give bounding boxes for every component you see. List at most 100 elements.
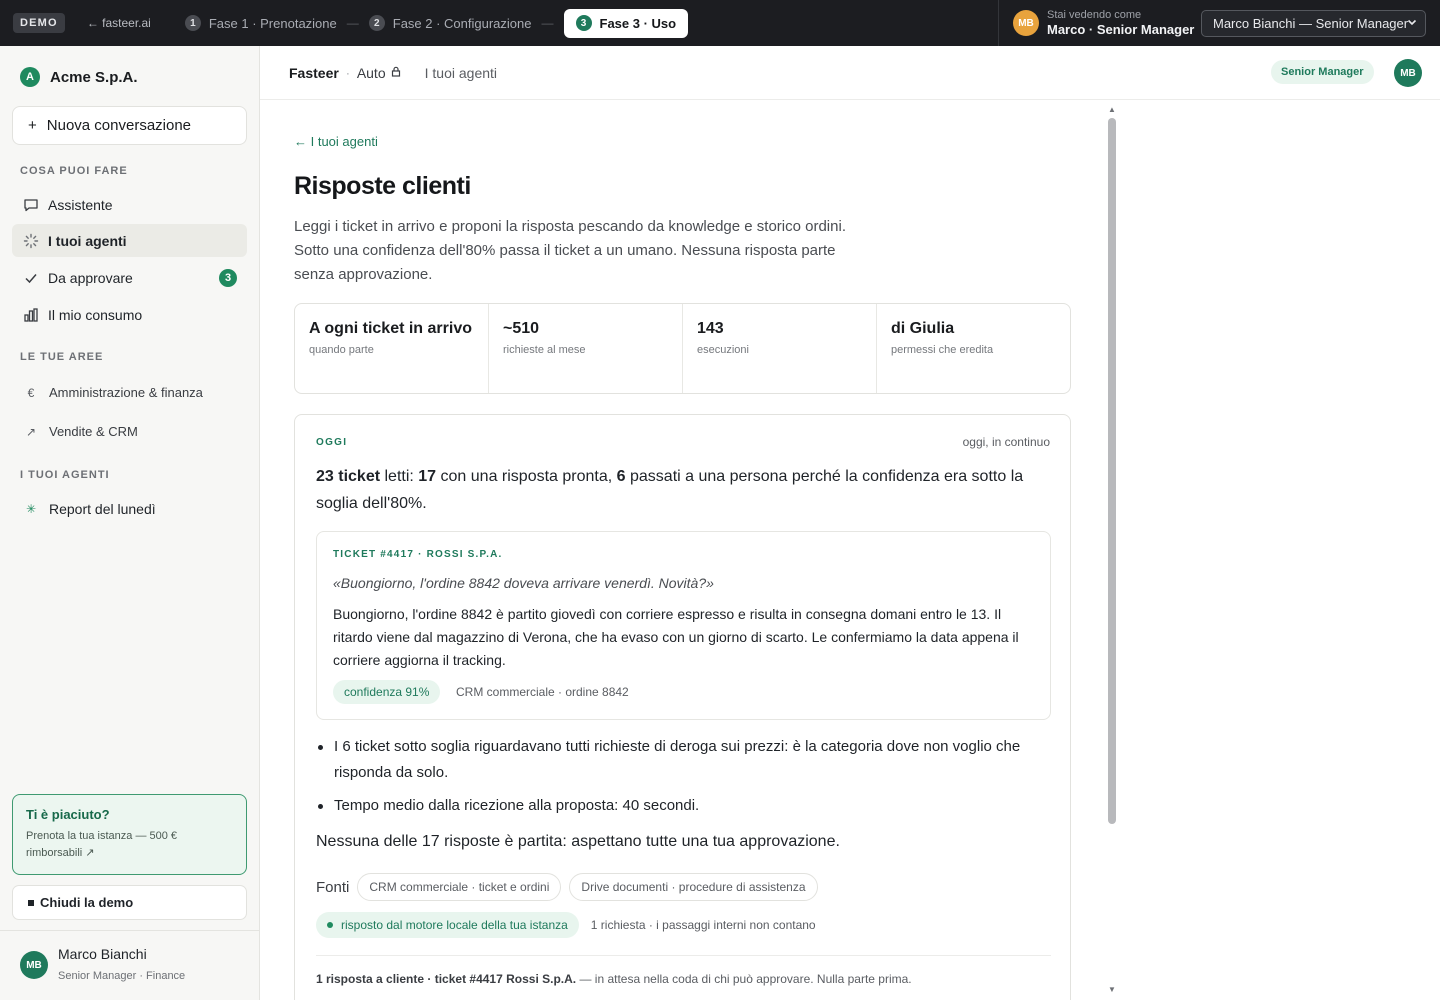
stat-requests: ~510 richieste al mese — [489, 304, 683, 393]
viewer-name: Marco · Senior Manager — [1047, 21, 1195, 37]
close-demo-button[interactable]: Chiudi la demo — [12, 885, 247, 920]
stat-value: 143 — [697, 320, 724, 337]
role-select[interactable]: Marco Bianchi — Senior Manager — [1201, 10, 1426, 37]
phase-3-tab[interactable]: 3 Fase 3 · Uso — [563, 8, 689, 38]
new-conversation-button[interactable]: + Nuova conversazione — [12, 106, 247, 145]
area-label: Vendite & CRM — [49, 424, 138, 439]
brand-separator: · — [345, 65, 350, 80]
phase-label: Fase 3 · Uso — [599, 15, 677, 31]
back-to-agents-link[interactable]: ← I tuoi agenti — [294, 134, 378, 149]
ticket-proposed-reply: Buongiorno, l'ordine 8842 è partito giov… — [333, 606, 1019, 668]
trend-arrow-icon: ↗ — [25, 424, 37, 439]
summary-count: 23 ticket — [316, 468, 381, 485]
engine-note: 1 richiesta · i passaggi interni non con… — [590, 918, 816, 932]
stat-executions: 143 esecuzioni — [683, 304, 877, 393]
sidebar-item-consumo[interactable]: Il mio consumo — [12, 298, 247, 331]
brand-name: Fasteer — [289, 64, 339, 81]
today-report-card: OGGI oggi, in continuo 23 ticket letti: … — [294, 414, 1071, 1000]
stat-label: esecuzioni — [697, 344, 749, 356]
new-conversation-label: Nuova conversazione — [46, 117, 192, 134]
approval-queue-text: — in attesa nella coda di chi può approv… — [576, 972, 912, 986]
section-label-what: COSA PUOI FARE — [20, 165, 128, 177]
source-chip[interactable]: Drive documenti · procedure di assistenz… — [569, 873, 818, 901]
sidebar-agent-report[interactable]: ✳ Report del lunedì — [24, 501, 156, 517]
sidebar-area-vendite[interactable]: ↗ Vendite & CRM — [24, 424, 138, 439]
pending-count-badge: 3 — [219, 268, 237, 287]
spinner-icon — [22, 233, 40, 249]
closing-note: Nessuna delle 17 risposte è partita: asp… — [316, 833, 840, 850]
agent-stats: A ogni ticket in arrivo quando parte ~51… — [294, 303, 1071, 394]
sidebar-item-label: I tuoi agenti — [48, 232, 127, 249]
stop-icon — [28, 899, 34, 906]
phase-2-tab[interactable]: 2 Fase 2 · Configurazione — [368, 15, 532, 31]
role-pill: Senior Manager — [1271, 60, 1374, 84]
phase-separator: — — [346, 16, 359, 30]
ticket-label: TICKET #4417 · ROSSI S.P.A. — [333, 549, 503, 560]
back-to-site-link[interactable]: ← fasteer.ai — [87, 16, 151, 30]
user-role: Senior Manager · Finance — [58, 970, 186, 982]
avatar: MB — [20, 951, 48, 979]
chevron-down-icon — [1407, 17, 1417, 30]
book-instance-text: Prenota la tua istanza — 500 € rimborsab… — [26, 830, 178, 859]
check-icon — [22, 271, 40, 285]
phase-label: Fase 2 · Configurazione — [392, 15, 532, 31]
org-name: Acme S.p.A. — [50, 68, 138, 86]
today-label: OGGI — [316, 437, 348, 448]
book-instance-card[interactable]: Ti è piaciuto? Prenota la tua istanza — … — [12, 794, 247, 875]
stat-label: quando parte — [309, 344, 374, 356]
sidebar: A Acme S.p.A. + Nuova conversazione COSA… — [0, 46, 260, 1000]
viewer-label: Stai vedendo come — [1047, 8, 1142, 21]
user-name: Marco Bianchi — [58, 946, 147, 962]
engine-row: risposto dal motore locale della tua ist… — [316, 912, 816, 938]
book-instance-title: Ti è piaciuto? — [26, 807, 110, 822]
main-content: ← I tuoi agenti Risposte clienti Leggi i… — [260, 101, 1440, 1000]
bar-chart-icon — [22, 307, 40, 323]
status-dot-icon — [327, 922, 333, 928]
sources-label: Fonti — [316, 878, 350, 896]
sidebar-item-agenti[interactable]: I tuoi agenti — [12, 224, 247, 257]
page-title: Risposte clienti — [294, 172, 471, 200]
euro-icon: € — [27, 385, 35, 400]
stat-value: di Giulia — [891, 320, 955, 337]
user-card[interactable]: MB Marco Bianchi Senior Manager · Financ… — [0, 930, 259, 1000]
ticket-card[interactable]: TICKET #4417 · ROSSI S.P.A. «Buongiorno,… — [316, 531, 1051, 720]
approval-queue-note: 1 risposta a cliente · ticket #4417 Ross… — [316, 972, 912, 986]
asterisk-icon: ✳ — [25, 502, 37, 516]
phase-1-tab[interactable]: 1 Fase 1 · Prenotazione — [184, 15, 337, 31]
scroll-down-arrow-icon[interactable]: ▼ — [1108, 985, 1116, 994]
chat-icon — [22, 197, 40, 213]
sidebar-area-amministrazione[interactable]: € Amministrazione & finanza — [24, 385, 203, 400]
stat-label: richieste al mese — [503, 344, 586, 356]
ticket-source: CRM commerciale · ordine 8842 — [456, 685, 629, 699]
demo-badge: DEMO — [13, 13, 65, 33]
avatar[interactable]: MB — [1394, 59, 1422, 87]
sidebar-item-da-approvare[interactable]: Da approvare 3 — [12, 261, 247, 294]
scroll-up-arrow-icon[interactable]: ▲ — [1108, 105, 1116, 114]
agent-label: Report del lunedì — [49, 501, 156, 517]
sidebar-item-assistente[interactable]: Assistente — [12, 188, 247, 221]
stat-trigger: A ogni ticket in arrivo quando parte — [295, 304, 489, 393]
source-chip[interactable]: CRM commerciale · ticket e ordini — [357, 873, 562, 901]
phase-label: Fase 1 · Prenotazione — [208, 15, 337, 31]
phase-number: 2 — [368, 15, 385, 31]
divider — [316, 955, 1051, 956]
sidebar-item-label: Il mio consumo — [48, 306, 143, 323]
role-select-value: Marco Bianchi — Senior Manager — [1213, 16, 1409, 31]
viewing-as: MB Stai vedendo come Marco · Senior Mana… — [998, 0, 1194, 46]
local-engine-badge: risposto dal motore locale della tua ist… — [316, 912, 579, 938]
stat-label: permessi che eredita — [891, 344, 994, 356]
today-bullets: I 6 ticket sotto soglia riguardavano tut… — [316, 734, 1046, 826]
scrollbar-thumb[interactable] — [1108, 118, 1116, 824]
app-header: Fasteer · Auto I tuoi agenti Senior Mana… — [260, 46, 1440, 100]
org-logo: A — [20, 67, 40, 87]
approval-queue-bold: 1 risposta a cliente · ticket #4417 Ross… — [316, 972, 577, 986]
section-label-agents: I TUOI AGENTI — [20, 469, 110, 481]
sidebar-item-label: Da approvare — [48, 269, 133, 286]
header-link-agenti[interactable]: I tuoi agenti — [425, 65, 497, 81]
viewer-avatar: MB — [1013, 10, 1039, 36]
list-item: I 6 ticket sotto soglia riguardavano tut… — [316, 734, 1046, 786]
sidebar-item-label: Assistente — [48, 196, 113, 213]
sources-row: Fonti CRM commerciale · ticket e ordini … — [316, 873, 826, 901]
today-summary: 23 ticket letti: 17 con una risposta pro… — [316, 463, 1056, 517]
agent-description: Leggi i ticket in arrivo e proponi la ri… — [294, 218, 846, 283]
